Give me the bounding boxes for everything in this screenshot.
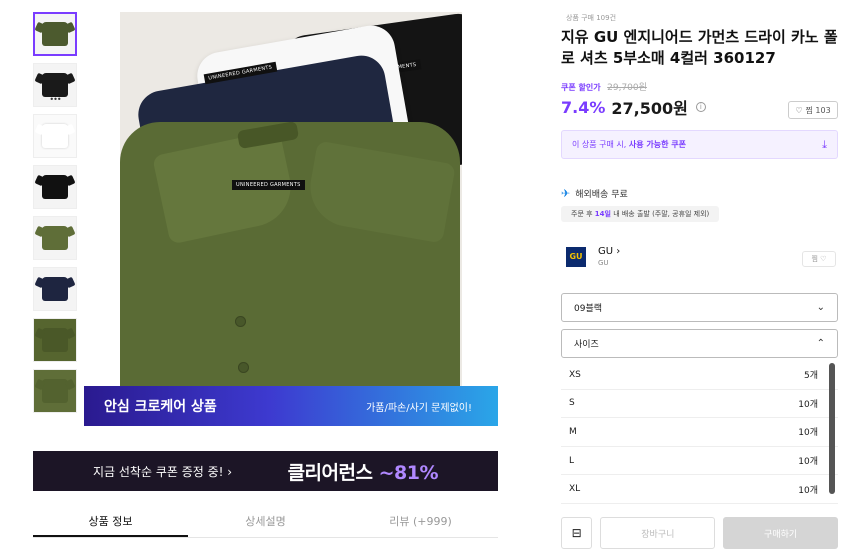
shirt-thumb-image bbox=[42, 175, 68, 199]
like-count: 찜 103 bbox=[805, 105, 831, 115]
heart-icon: ♡ bbox=[795, 105, 803, 115]
shirt-thumb-image bbox=[42, 328, 68, 352]
shipping-days: 14일 bbox=[594, 210, 611, 218]
shipping-label: 해외배송 무료 bbox=[575, 190, 628, 200]
size-stock: 10개 bbox=[798, 428, 818, 439]
discount-row: 쿠폰 할인가 29,700원 bbox=[561, 80, 647, 93]
download-icon[interactable]: ⤓ bbox=[822, 138, 827, 152]
original-price: 29,700원 bbox=[607, 83, 647, 93]
brand-row[interactable]: GU GU › GU bbox=[566, 246, 620, 267]
size-stock: 10개 bbox=[798, 399, 818, 410]
size-option-l[interactable]: L 10개 bbox=[561, 447, 838, 476]
clearance-pct: ~81% bbox=[378, 461, 439, 484]
coupon-price-label: 쿠폰 할인가 bbox=[561, 83, 601, 92]
shirt-button bbox=[238, 362, 249, 373]
purchase-bar: ⊟ 장바구니 구매하기 bbox=[561, 517, 838, 549]
coupon-box-text-b: 사용 가능한 쿠폰 bbox=[628, 140, 686, 149]
shipping-note-a: 주문 후 bbox=[571, 210, 595, 218]
thumbnail-8[interactable] bbox=[33, 369, 77, 413]
shirt-thumb-image bbox=[42, 73, 68, 97]
color-select-value: 09블랙 bbox=[574, 304, 603, 314]
tab-reviews[interactable]: 리뷰 (+999) bbox=[343, 508, 498, 537]
coupon-banner[interactable]: 지금 선착순 쿠폰 증정 중! › 클리어런스 ~81% bbox=[33, 451, 498, 491]
size-name: M bbox=[569, 426, 577, 437]
chevron-down-icon: ⌄ bbox=[816, 302, 825, 313]
coupon-banner-text: 지금 선착순 쿠폰 증정 중! › bbox=[93, 464, 233, 479]
chat-button[interactable]: ⊟ bbox=[561, 517, 593, 549]
thumbnail-1[interactable] bbox=[33, 12, 77, 56]
more-dots-icon: ••• bbox=[49, 95, 61, 104]
color-select[interactable]: 09블랙 ⌄ bbox=[561, 293, 838, 322]
thumbnail-7[interactable] bbox=[33, 318, 77, 362]
product-tabs: 상품 정보 상세설명 리뷰 (+999) bbox=[33, 508, 498, 538]
product-title: 지유 GU 엔지니어드 가먼츠 드라이 카노 폴로 셔츠 5부소매 4컬러 36… bbox=[561, 28, 838, 67]
chat-icon: ⊟ bbox=[571, 526, 582, 540]
brand-like-button[interactable]: 찜 ♡ bbox=[802, 251, 836, 267]
tab-description[interactable]: 상세설명 bbox=[188, 508, 343, 537]
shirt-thumb-image bbox=[42, 226, 68, 250]
airplane-icon: ✈ bbox=[561, 187, 571, 200]
discount-rate: 7.4% bbox=[561, 97, 606, 117]
brand-subname: GU bbox=[598, 259, 609, 267]
size-option-xs[interactable]: XS 5개 bbox=[561, 361, 838, 390]
thumbnail-6[interactable] bbox=[33, 267, 77, 311]
thumbnail-2[interactable]: ••• bbox=[33, 63, 77, 107]
size-name: XS bbox=[569, 369, 581, 380]
thumbnail-4[interactable] bbox=[33, 165, 77, 209]
sold-count: 상품 구매 109건 bbox=[566, 14, 617, 22]
size-list-scrollbar[interactable] bbox=[829, 363, 835, 494]
size-option-m[interactable]: M 10개 bbox=[561, 418, 838, 447]
thumbnail-3[interactable] bbox=[33, 114, 77, 158]
size-select[interactable]: 사이즈 ⌃ bbox=[561, 329, 838, 358]
price-row: 7.4% 27,500원 i bbox=[561, 95, 706, 119]
clearance-text: 클리어런스 bbox=[287, 461, 379, 484]
clearance-label: 클리어런스 ~81% bbox=[287, 458, 439, 485]
brand-text: GU › GU bbox=[598, 246, 620, 267]
size-select-label: 사이즈 bbox=[574, 340, 599, 350]
shipping-info: ✈ 해외배송 무료 bbox=[561, 187, 628, 200]
shipping-note-b: 내 배송 출발 (주말, 공휴일 제외) bbox=[610, 210, 710, 218]
brand-logo: GU bbox=[566, 246, 586, 267]
size-name: S bbox=[569, 398, 575, 409]
scrollbar-thumb[interactable] bbox=[829, 363, 835, 494]
shirt-thumb-image bbox=[42, 124, 68, 148]
size-stock: 10개 bbox=[798, 457, 818, 468]
shirt-label: UNINEERED GARMENTS bbox=[232, 180, 305, 190]
care-banner[interactable]: 안심 크로케어 상품 가품/파손/사기 문제없이! bbox=[84, 386, 498, 426]
sale-price: 27,500원 bbox=[611, 99, 688, 118]
info-icon[interactable]: i bbox=[695, 102, 706, 112]
like-button[interactable]: ♡ 찜 103 bbox=[788, 101, 838, 119]
size-stock: 10개 bbox=[798, 485, 818, 496]
main-product-image: GARMENTS UNINEERED GARMENTS UNINEERED GA… bbox=[120, 12, 462, 404]
size-options-list: XS 5개 S 10개 M 10개 L 10개 XL 10개 bbox=[561, 361, 838, 504]
size-option-s[interactable]: S 10개 bbox=[561, 390, 838, 419]
shipping-note: 주문 후 14일 내 배송 출발 (주말, 공휴일 제외) bbox=[561, 206, 720, 222]
coupon-download-box[interactable]: 이 상품 구매 시, 사용 가능한 쿠폰 ⤓ bbox=[561, 130, 838, 159]
thumbnail-5[interactable] bbox=[33, 216, 77, 260]
shirt-thumb-image bbox=[42, 277, 68, 301]
size-option-xl[interactable]: XL 10개 bbox=[561, 475, 838, 504]
shirt-button bbox=[235, 316, 246, 327]
size-name: XL bbox=[569, 484, 581, 495]
shirt-thumb-image bbox=[42, 22, 68, 46]
tab-product-info[interactable]: 상품 정보 bbox=[33, 508, 188, 537]
buy-button[interactable]: 구매하기 bbox=[723, 517, 838, 549]
thumbnail-list: ••• bbox=[33, 12, 77, 420]
chevron-up-icon: ⌃ bbox=[816, 338, 825, 349]
brand-name: GU › bbox=[598, 246, 621, 257]
coupon-box-text: 이 상품 구매 시, 사용 가능한 쿠폰 bbox=[572, 139, 686, 150]
coupon-box-text-a: 이 상품 구매 시, bbox=[572, 140, 629, 149]
care-banner-subtitle: 가품/파손/사기 문제없이! bbox=[366, 402, 472, 414]
shirt-thumb-image bbox=[42, 379, 68, 403]
care-banner-title: 안심 크로케어 상품 bbox=[104, 399, 217, 415]
size-name: L bbox=[569, 455, 575, 466]
size-stock: 5개 bbox=[803, 371, 818, 382]
add-to-cart-button[interactable]: 장바구니 bbox=[600, 517, 716, 549]
